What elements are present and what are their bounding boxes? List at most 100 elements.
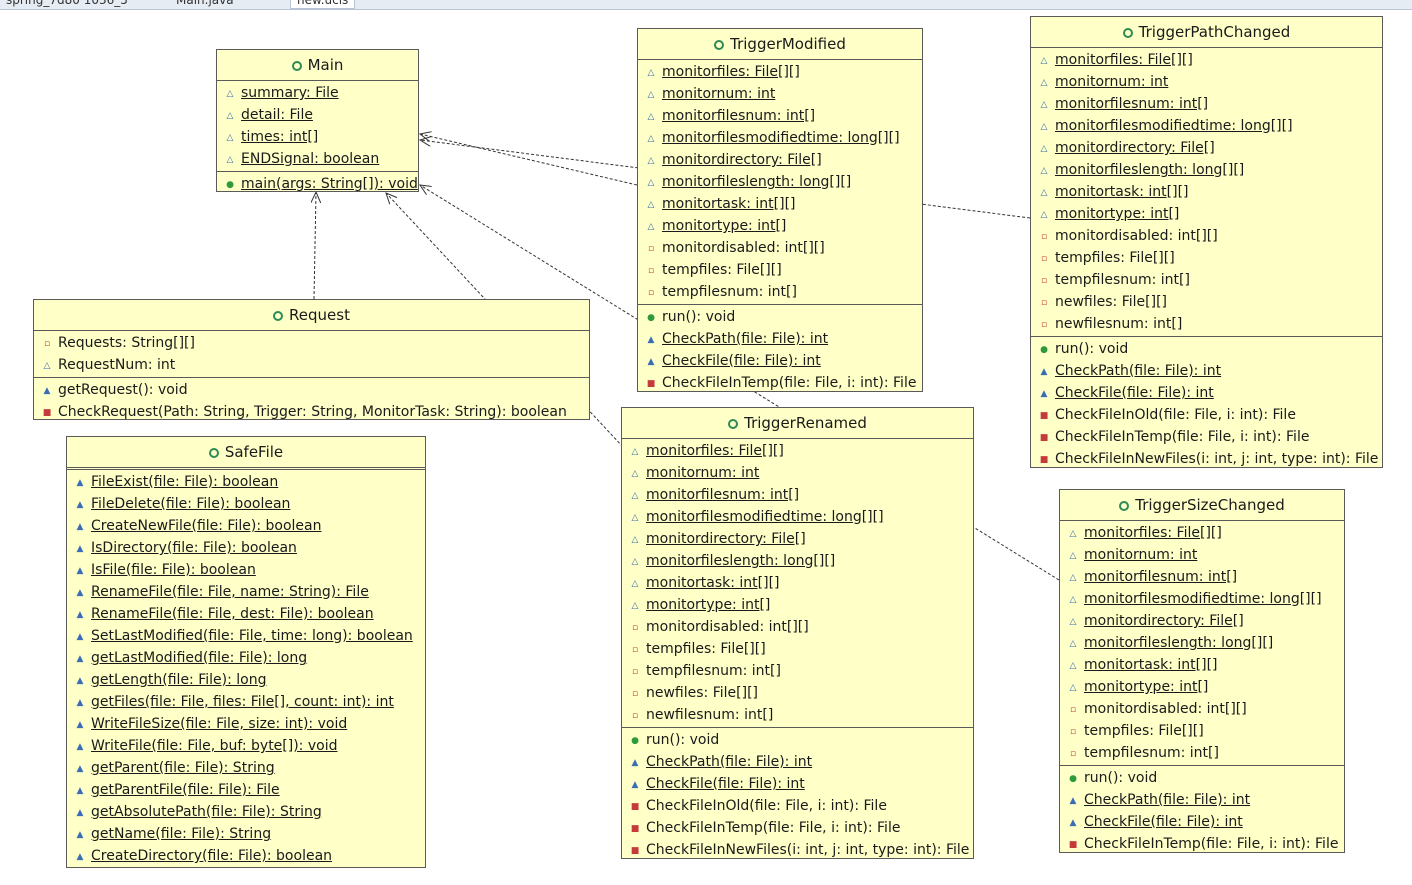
class-member[interactable]: △ monitornum: int [1060,544,1344,566]
class-member[interactable]: ▲ getParentFile(file: File): File [67,779,425,801]
class-member[interactable]: ▲ getRequest(): void [34,379,589,401]
class-member[interactable]: ▲ IsDirectory(file: File): boolean [67,537,425,559]
class-member[interactable]: △ monitorfilesnum: int[] [638,105,922,127]
class-member[interactable]: ● run(): void [1031,338,1382,360]
tab-1[interactable]: spring_7d80 1036_5 [0,0,134,8]
class-member[interactable]: ▫ monitordisabled: int[][] [1031,225,1382,247]
class-member[interactable]: △ monitorfiles: File[][] [1031,49,1382,71]
class-member[interactable]: ▫ tempfiles: File[][] [638,259,922,281]
class-member[interactable]: ▫ tempfiles: File[][] [1031,247,1382,269]
class-member[interactable]: ▲ getAbsolutePath(file: File): String [67,801,425,823]
class-member[interactable]: ■ CheckFileInOld(file: File, i: int): Fil… [622,795,973,817]
class-main[interactable]: Main △ summary: File △ detail: File △ times: i… [216,49,419,192]
class-member[interactable]: ▲ CheckFile(file: File): int [638,350,922,372]
class-member[interactable]: △ monitornum: int [622,462,973,484]
class-member[interactable]: ▲ getParent(file: File): String [67,757,425,779]
class-member[interactable]: ▲ CheckFile(file: File): int [622,773,973,795]
class-member[interactable]: △ monitortype: int[] [1060,676,1344,698]
class-member[interactable]: ▫ tempfilesnum: int[] [638,281,922,303]
tab-new-ucls[interactable]: new.ucls [290,0,356,9]
class-member[interactable]: ▲ CreateDirectory(file: File): boolean [67,845,425,867]
class-member[interactable]: △ monitorfilesnum: int[] [1031,93,1382,115]
class-member[interactable]: △ monitorfilesmodifiedtime: long[][] [638,127,922,149]
class-member[interactable]: ▲ FileDelete(file: File): boolean [67,493,425,515]
class-member[interactable]: ▲ IsFile(file: File): boolean [67,559,425,581]
class-member[interactable]: ● run(): void [638,306,922,328]
class-member[interactable]: △ monitorfiles: File[][] [622,440,973,462]
class-member[interactable]: ● main(args: String[]): void [217,173,418,191]
class-member[interactable]: △ monitortype: int[] [638,215,922,237]
class-member[interactable]: △ summary: File [217,82,418,104]
class-member[interactable]: ▲ CheckFile(file: File): int [1060,811,1344,833]
class-member[interactable]: ▲ CheckPath(file: File): int [622,751,973,773]
class-member[interactable]: △ monitordirectory: File[] [622,528,973,550]
class-member[interactable]: ■ CheckFileInTemp(file: File, i: int): Fi… [622,817,973,839]
class-member[interactable]: ▫ tempfiles: File[][] [1060,720,1344,742]
class-member[interactable]: △ RequestNum: int [34,354,589,376]
class-member[interactable]: ▫ newfiles: File[][] [1031,291,1382,313]
class-member[interactable]: ▫ newfilesnum: int[] [1031,313,1382,335]
class-member[interactable]: ▲ getLength(file: File): long [67,669,425,691]
class-member[interactable]: ▲ getName(file: File): String [67,823,425,845]
class-member[interactable]: ▲ CreateNewFile(file: File): boolean [67,515,425,537]
class-member[interactable]: ■ CheckFileInNewFiles(i: int, j: int, typ… [622,839,973,858]
class-member[interactable]: △ ENDSignal: boolean [217,148,418,170]
class-member[interactable]: ▲ WriteFileSize(file: File, size: int): v… [67,713,425,735]
class-member[interactable]: △ monitorfiles: File[][] [638,61,922,83]
class-member[interactable]: ▲ SetLastModified(file: File, time: long)… [67,625,425,647]
class-member[interactable]: ▫ tempfilesnum: int[] [622,660,973,682]
tab-main-java[interactable]: Main.java [170,0,240,8]
class-member[interactable]: ■ CheckFileInTemp(file: File, i: int): Fi… [638,372,922,391]
class-member[interactable]: ■ CheckFileInNewFiles(i: int, j: int, typ… [1031,448,1382,467]
class-member[interactable]: ▫ monitordisabled: int[][] [638,237,922,259]
class-member[interactable]: ▲ getLastModified(file: File): long [67,647,425,669]
class-safefile[interactable]: SafeFile ▲ FileExist(file: File): boolean ▲… [66,436,426,868]
class-member[interactable]: ▲ CheckFile(file: File): int [1031,382,1382,404]
class-member[interactable]: △ monitorfilesnum: int[] [622,484,973,506]
class-member[interactable]: △ monitorfileslength: long[][] [1060,632,1344,654]
class-member[interactable]: △ monitortask: int[][] [638,193,922,215]
class-member[interactable]: △ monitordirectory: File[] [1031,137,1382,159]
class-member[interactable]: △ monitorfiles: File[][] [1060,522,1344,544]
class-member[interactable]: ▲ RenameFile(file: File, name: String): F… [67,581,425,603]
class-member[interactable]: ▲ CheckPath(file: File): int [1031,360,1382,382]
class-member[interactable]: ▫ tempfilesnum: int[] [1060,742,1344,764]
class-trigger-path-changed[interactable]: TriggerPathChanged △ monitorfiles: File[][… [1030,16,1383,468]
class-member[interactable]: △ monitorfileslength: long[][] [622,550,973,572]
class-member[interactable]: △ monitordirectory: File[] [1060,610,1344,632]
class-member[interactable]: △ detail: File [217,104,418,126]
class-member[interactable]: ▲ getFiles(file: File, files: File[], cou… [67,691,425,713]
class-member[interactable]: ■ CheckFileInTemp(file: File, i: int): Fi… [1060,833,1344,852]
class-member[interactable]: ▫ tempfiles: File[][] [622,638,973,660]
class-member[interactable]: △ monitorfilesmodifiedtime: long[][] [622,506,973,528]
class-member[interactable]: ▲ FileExist(file: File): boolean [67,471,425,493]
class-member[interactable]: △ monitorfilesnum: int[] [1060,566,1344,588]
class-member[interactable]: ■ CheckFileInOld(file: File, i: int): Fil… [1031,404,1382,426]
class-member[interactable]: ▲ WriteFile(file: File, buf: byte[]): voi… [67,735,425,757]
class-member[interactable]: △ monitorfileslength: long[][] [1031,159,1382,181]
class-member[interactable]: △ monitortype: int[] [622,594,973,616]
class-request[interactable]: Request ▫ Requests: String[][] △ RequestNum:… [33,299,590,420]
class-trigger-renamed[interactable]: TriggerRenamed △ monitorfiles: File[][] △ mo… [621,407,974,859]
class-member[interactable]: ▲ RenameFile(file: File, dest: File): boo… [67,603,425,625]
class-member[interactable]: ▫ newfilesnum: int[] [622,704,973,726]
class-member[interactable]: △ monitortask: int[][] [1060,654,1344,676]
class-member[interactable]: ▲ CheckPath(file: File): int [638,328,922,350]
class-member[interactable]: ▫ monitordisabled: int[][] [622,616,973,638]
class-member[interactable]: △ monitordirectory: File[] [638,149,922,171]
class-trigger-size-changed[interactable]: TriggerSizeChanged △ monitorfiles: File[][… [1059,489,1345,853]
class-member[interactable]: △ monitorfilesmodifiedtime: long[][] [1060,588,1344,610]
class-member[interactable]: ▫ monitordisabled: int[][] [1060,698,1344,720]
class-member[interactable]: ▫ Requests: String[][] [34,332,589,354]
class-member[interactable]: ▫ tempfilesnum: int[] [1031,269,1382,291]
class-member[interactable]: ▲ CheckPath(file: File): int [1060,789,1344,811]
class-member[interactable]: ■ CheckFileInTemp(file: File, i: int): Fi… [1031,426,1382,448]
class-member[interactable]: ■ CheckRequest(Path: String, Trigger: Str… [34,401,589,419]
class-member[interactable]: △ monitorfilesmodifiedtime: long[][] [1031,115,1382,137]
class-member[interactable]: △ monitortask: int[][] [1031,181,1382,203]
class-member[interactable]: ● run(): void [1060,767,1344,789]
class-member[interactable]: ▫ newfiles: File[][] [622,682,973,704]
class-member[interactable]: △ monitorfileslength: long[][] [638,171,922,193]
class-member[interactable]: △ monitortask: int[][] [622,572,973,594]
class-trigger-modified[interactable]: TriggerModified △ monitorfiles: File[][] △ m… [637,28,923,392]
